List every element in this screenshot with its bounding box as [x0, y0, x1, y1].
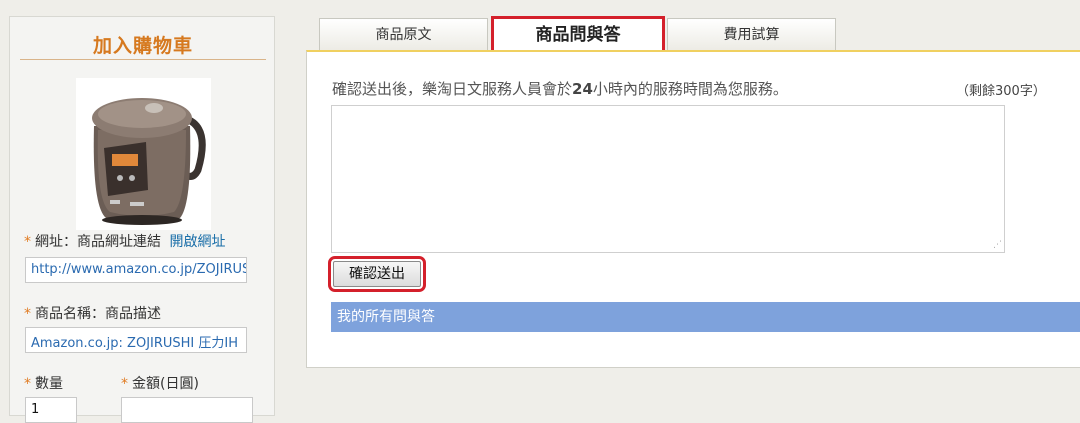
remaining-chars: （剩餘300字） — [956, 84, 1046, 99]
tab-product-original[interactable]: 商品原文 — [319, 18, 488, 51]
notice-text-end: 小時內的服務時間為您服務。 — [592, 80, 788, 98]
panel-title: 加入購物車 — [92, 35, 193, 57]
url-label: * 網址：商品網址連結 開啟網址 — [24, 231, 225, 251]
url-input[interactable]: http://www.amazon.co.jp/ZOJIRUSHI — [25, 257, 247, 283]
required-mark: * — [121, 376, 128, 392]
required-mark: * — [24, 306, 31, 322]
tab-cost-estimate[interactable]: 費用試算 — [667, 18, 836, 51]
quantity-label: * 數量 — [24, 373, 63, 393]
product-name-label: * 商品名稱：商品描述 — [24, 303, 161, 323]
url-label-text: 網址：商品網址連結 — [35, 234, 161, 250]
product-name-label-text: 商品名稱：商品描述 — [35, 306, 161, 322]
tab-product-qa[interactable]: 商品問與答 — [491, 16, 665, 53]
my-qa-header[interactable]: 我的所有問與答 — [331, 302, 1080, 332]
submit-button[interactable]: 確認送出 — [328, 256, 426, 292]
title-divider — [20, 59, 266, 60]
quantity-input[interactable]: 1 — [25, 397, 77, 423]
qa-notice: 確認送出後，樂淘日文服務人員會於24小時內的服務時間為您服務。 — [332, 78, 788, 99]
quantity-label-text: 數量 — [35, 376, 63, 392]
add-to-cart-panel: 加入購物車 * 網址：商品網址連結 開啟網址 http://www.amazon… — [9, 16, 275, 423]
notice-text-start: 確認送出後，樂淘日文服務人員會於 — [332, 80, 573, 98]
product-name-input[interactable]: Amazon.co.jp: ZOJIRUSHI 圧力IH — [25, 327, 247, 353]
amount-label-text: 金額(日圓) — [132, 376, 199, 392]
resize-grip-icon[interactable]: ⋰ — [993, 240, 1002, 250]
question-textarea[interactable]: ⋰ — [331, 105, 1005, 253]
product-image — [76, 78, 211, 230]
open-url-link[interactable]: 開啟網址 — [169, 234, 225, 250]
notice-hours: 24 — [572, 80, 593, 98]
required-mark: * — [24, 234, 31, 250]
amount-label: * 金額(日圓) — [121, 373, 199, 393]
amount-input[interactable] — [121, 397, 253, 423]
required-mark: * — [24, 376, 31, 392]
